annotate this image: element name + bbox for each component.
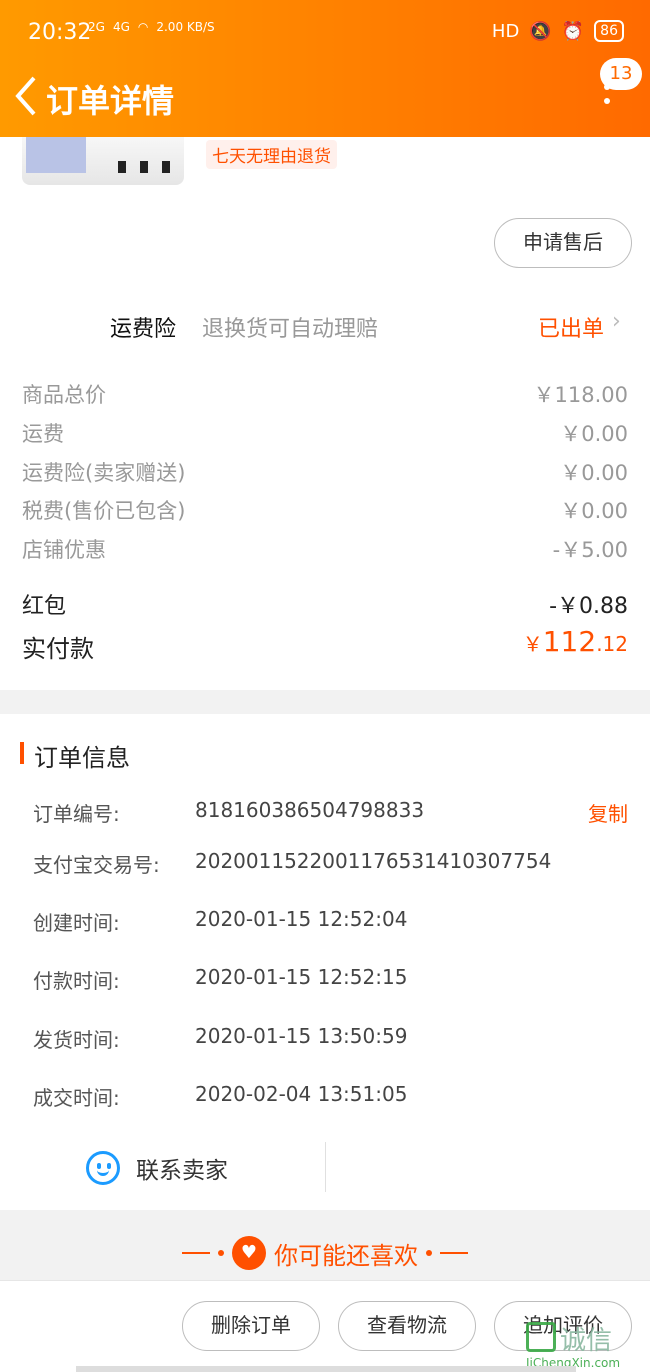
order-summary-card: 七天无理由退货 申请售后 运费险 退换货可自动理赔 已出单 › 商品总价 ￥11…: [0, 137, 650, 690]
divider: [325, 1142, 326, 1192]
decor-line: [182, 1252, 210, 1254]
page-title: 订单详情: [46, 82, 175, 120]
view-logistics-button[interactable]: 查看物流: [338, 1301, 476, 1351]
info-value: 818160386504798833: [195, 798, 425, 822]
status-right: HD 🔕 ⏰ 86: [492, 20, 624, 42]
info-label: 订单编号:: [33, 802, 120, 826]
fee-row-shipping: 运费 ￥0.00: [0, 418, 650, 448]
status-bar: 20:32 2G 4G ◠ 2.00 KB/S HD 🔕 ⏰ 86: [0, 0, 650, 64]
watermark-logo: 诚信 JiChengXin.com: [526, 1318, 644, 1372]
watermark-text: 诚信: [560, 1326, 613, 1356]
status-time: 20:32: [28, 20, 92, 45]
info-value: 2020-02-04 13:51:05: [195, 1082, 408, 1106]
decor-dot: [218, 1250, 224, 1256]
fee-row-tax: 税费(售价已包含) ￥0.00: [0, 495, 650, 525]
fee-label: 运费: [22, 422, 64, 446]
paid-label: 实付款: [22, 635, 94, 663]
chevron-right-icon[interactable]: ›: [612, 309, 621, 334]
info-value: 2020-01-15 13:50:59: [195, 1024, 408, 1048]
order-info-card: 订单信息 订单编号: 818160386504798833 复制 支付宝交易号:…: [0, 714, 650, 1210]
fee-label: 商品总价: [22, 383, 106, 407]
fee-value: ￥0.00: [560, 461, 628, 485]
contact-seller-label: 联系卖家: [136, 1158, 228, 1184]
recommend-title: 你可能还喜欢: [274, 1241, 418, 1270]
paid-amount: ￥112.12: [523, 625, 628, 658]
heart-icon: ♥: [232, 1236, 266, 1270]
header: 20:32 2G 4G ◠ 2.00 KB/S HD 🔕 ⏰ 86 订单详情 1…: [0, 0, 650, 137]
info-value: 2020-01-15 12:52:15: [195, 965, 408, 989]
more-icon[interactable]: [604, 84, 612, 118]
signal-4g-icon: 4G: [112, 20, 130, 34]
info-label: 付款时间:: [33, 969, 120, 993]
insurance-label: 运费险: [110, 317, 177, 342]
insurance-desc: 退换货可自动理赔: [202, 317, 379, 342]
fee-row-insurance: 运费险(卖家赠送) ￥0.00: [0, 457, 650, 487]
paid-row: 实付款 ￥112.12: [0, 625, 650, 665]
nav-bar: 订单详情 13: [0, 58, 650, 137]
paid-decimal: .12: [596, 632, 628, 656]
after-sale-button[interactable]: 申请售后: [494, 218, 632, 268]
network-speed: 2.00 KB/S: [156, 20, 215, 34]
copy-button[interactable]: 复制: [588, 798, 628, 827]
delete-order-button[interactable]: 删除订单: [182, 1301, 320, 1351]
mute-icon: 🔕: [529, 20, 552, 42]
product-image[interactable]: [22, 137, 184, 185]
info-label: 创建时间:: [33, 911, 120, 935]
red-packet-label: 红包: [22, 594, 67, 619]
info-label: 支付宝交易号:: [33, 853, 160, 877]
fee-row-total: 商品总价 ￥118.00: [0, 379, 650, 409]
wifi-icon: ◠: [137, 20, 149, 34]
hd-icon: HD: [491, 20, 520, 42]
info-value: 2020011522001176531410307754: [195, 849, 552, 873]
section-accent-bar: [20, 742, 24, 764]
section-title: 订单信息: [34, 744, 130, 772]
fee-value: ￥0.00: [560, 499, 628, 523]
back-icon[interactable]: [12, 74, 40, 122]
info-label: 成交时间:: [33, 1086, 120, 1110]
fee-value: -￥5.00: [552, 538, 628, 562]
fee-value: ￥118.00: [533, 383, 628, 407]
fee-label: 税费(售价已包含): [22, 499, 186, 523]
footer-actions: 删除订单 查看物流 追加评价 诚信 JiChengXin.com: [0, 1280, 650, 1372]
alarm-icon: ⏰: [561, 20, 585, 42]
info-value: 2020-01-15 12:52:04: [195, 907, 408, 931]
info-label: 发货时间:: [33, 1028, 120, 1052]
watermark-icon: [526, 1322, 556, 1352]
insurance-status[interactable]: 已出单: [538, 311, 604, 343]
signal-2g-icon: 2G: [88, 20, 105, 34]
paid-currency: ￥: [522, 632, 543, 656]
fee-label: 运费险(卖家赠送): [22, 461, 186, 485]
return-policy-tag: 七天无理由退货: [206, 140, 337, 169]
battery-icon: 86: [594, 20, 624, 42]
contact-seller-button[interactable]: 联系卖家: [86, 1150, 228, 1186]
paid-integer: 112: [542, 625, 597, 658]
fee-value: ￥0.00: [560, 422, 628, 446]
signal-icons: 2G 4G ◠ 2.00 KB/S: [88, 20, 215, 34]
fee-label: 店铺优惠: [22, 538, 106, 562]
red-packet-value: -￥0.88: [549, 594, 628, 619]
fee-row-discount: 店铺优惠 -￥5.00: [0, 534, 650, 564]
decor-dot: [426, 1250, 432, 1256]
chat-smile-icon: [86, 1151, 120, 1185]
decor-line: [440, 1252, 468, 1254]
home-indicator: [76, 1366, 576, 1372]
recommend-header: ♥ 你可能还喜欢: [0, 1232, 650, 1278]
